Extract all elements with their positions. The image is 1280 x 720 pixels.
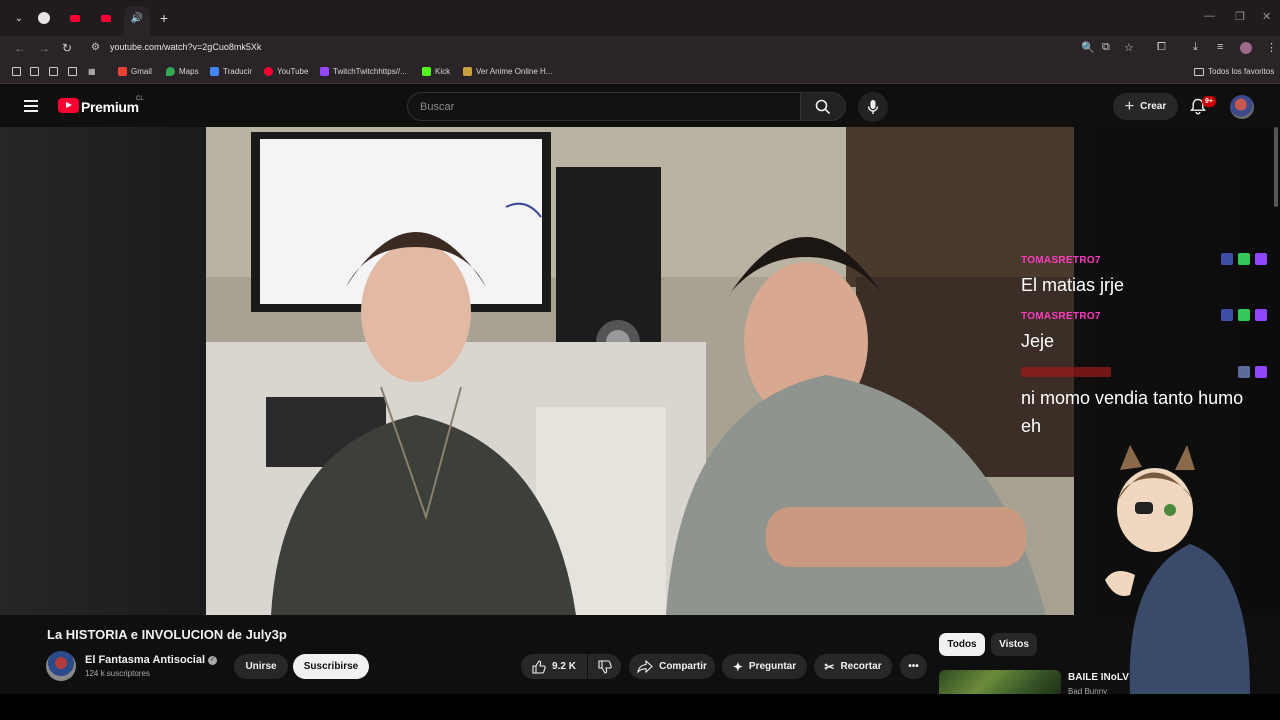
notification-count-badge: 9+ (1202, 96, 1216, 107)
bookmark-twitch[interactable]: TwitchTwitchhttps//... (320, 67, 407, 76)
subscriber-count: 124 k suscriptores (85, 669, 150, 678)
more-dots-icon: ••• (908, 661, 919, 672)
page-scrollbar[interactable] (1274, 127, 1278, 207)
moderator-badge-icon (1238, 309, 1250, 321)
hamburger-menu-icon[interactable] (24, 100, 38, 112)
search-input[interactable] (407, 92, 801, 121)
all-bookmarks[interactable]: Todos los favoritos (1194, 67, 1274, 76)
apps-grid-icon[interactable]: ▦ (88, 67, 96, 76)
recommended-video-thumbnail[interactable] (939, 670, 1061, 694)
bottom-black-bar (0, 694, 1280, 720)
chat-username: TOMASRETRO7 (1021, 255, 1101, 266)
subscriber-badge-icon (1238, 366, 1250, 378)
video-player[interactable] (206, 127, 1074, 615)
channel-avatar[interactable] (46, 651, 76, 681)
close-icon[interactable]: ✕ (1262, 10, 1271, 23)
voice-search-button[interactable] (858, 92, 888, 122)
gmail-icon (118, 67, 127, 76)
more-actions-button[interactable]: ••• (900, 654, 927, 679)
thumbs-up-icon (532, 659, 546, 674)
chat-username: TOMASRETRO7 (1021, 311, 1101, 322)
filter-chip-watched[interactable]: Vistos (991, 633, 1037, 656)
vtuber-character-image (1105, 445, 1250, 694)
bookmark-square-icon[interactable] (68, 67, 77, 76)
tab-audio-icon: 🔊 (130, 12, 144, 24)
folder-icon (1194, 67, 1204, 76)
zoom-icon[interactable]: 🔍 (1081, 41, 1095, 54)
tab-youtube-icon[interactable] (68, 11, 82, 25)
channel-name[interactable]: El Fantasma Antisocial (85, 654, 205, 666)
bookmark-translate[interactable]: Traducir (210, 67, 252, 76)
bookmark-kick[interactable]: Kick (422, 67, 450, 76)
back-arrow-icon[interactable]: ← (14, 41, 26, 55)
browser-tab-bar (0, 0, 1280, 36)
like-button[interactable]: 9.2 K (521, 654, 587, 679)
twitch-badge-icon (1255, 366, 1267, 378)
subscribe-button[interactable]: Suscribirse (293, 654, 369, 679)
translate-icon (210, 67, 219, 76)
dislike-button[interactable] (588, 654, 621, 679)
profile-icon[interactable] (1240, 42, 1252, 54)
sparkle-icon: ✦ (732, 659, 743, 674)
join-button[interactable]: Unirse (234, 654, 288, 679)
verified-check-icon: ✓ (208, 656, 217, 665)
chat-message: El matias jrje (1021, 275, 1125, 295)
cast-icon[interactable]: ⧉ (1102, 41, 1110, 54)
subscriber-badge-icon (1221, 253, 1233, 265)
media-icon[interactable]: ≡ (1217, 41, 1223, 53)
reload-icon[interactable]: ↻ (62, 41, 72, 55)
share-icon (637, 660, 653, 673)
chat-message: Jeje (1021, 331, 1055, 351)
anime-site-icon (463, 67, 472, 76)
create-button[interactable]: + Crear (1113, 93, 1178, 120)
twitch-icon (320, 67, 329, 76)
tab-favicon-app-icon[interactable] (38, 12, 50, 24)
twitch-badge-icon (1255, 309, 1267, 321)
maps-icon (166, 67, 175, 76)
ask-button[interactable]: ✦ Preguntar (722, 654, 807, 679)
extensions-icon[interactable]: ⧠ (1157, 41, 1166, 54)
kick-icon (422, 67, 431, 76)
chat-username-obscured (1021, 367, 1111, 377)
new-tab-plus-icon[interactable]: + (157, 10, 171, 26)
youtube-premium-logo[interactable]: Premium (81, 99, 139, 115)
share-button[interactable]: Compartir (629, 654, 715, 679)
account-avatar[interactable] (1230, 95, 1254, 119)
download-icon[interactable]: ⤓ (1193, 41, 1198, 54)
minimize-icon[interactable]: — (1204, 10, 1215, 22)
restore-icon[interactable]: ❐ (1235, 10, 1245, 23)
forward-arrow-icon[interactable]: → (38, 41, 50, 55)
subscriber-badge-icon (1221, 309, 1233, 321)
twitch-badge-icon (1255, 253, 1267, 265)
video-title: La HISTORIA e INVOLUCION de July3p (47, 627, 287, 642)
clip-button[interactable]: ✂ Recortar (814, 654, 892, 679)
bookmark-anime[interactable]: Ver Anime Online H... (463, 67, 552, 76)
bookmark-youtube[interactable]: YouTube (264, 67, 308, 76)
plus-icon: + (1124, 97, 1135, 115)
filter-chip-all[interactable]: Todos (939, 633, 985, 656)
tab-search-icon[interactable]: ⌄ (12, 11, 26, 25)
microphone-icon (867, 100, 879, 114)
tab-youtube-icon[interactable] (99, 11, 113, 25)
search-icon (815, 99, 831, 114)
logo-country-code: CL (136, 96, 144, 102)
bookmark-square-icon[interactable] (49, 67, 58, 76)
menu-dots-icon[interactable]: ⋮ (1266, 41, 1277, 54)
address-bar[interactable]: youtube.com/watch?v=2gCuo8mk5Xk (110, 42, 261, 52)
thumbs-down-icon (597, 659, 612, 674)
bookmark-square-icon[interactable] (30, 67, 39, 76)
bookmark-star-icon[interactable]: ☆ (1124, 41, 1134, 54)
scissors-icon: ✂ (824, 659, 835, 674)
recommended-video-title[interactable]: BAILE INoLV (1068, 672, 1129, 683)
bookmark-maps[interactable]: Maps (166, 67, 199, 76)
moderator-badge-icon (1238, 253, 1250, 265)
youtube-icon (264, 67, 273, 76)
video-frame-image (206, 127, 1074, 615)
search-button[interactable] (800, 92, 846, 121)
chat-message: ni momo vendia tanto humo eh (1021, 388, 1244, 436)
bookmark-gmail[interactable]: Gmail (118, 67, 152, 76)
bookmark-square-icon[interactable] (12, 67, 21, 76)
youtube-logo-icon[interactable] (58, 98, 79, 113)
site-info-icon[interactable]: ⚙ (91, 42, 100, 53)
